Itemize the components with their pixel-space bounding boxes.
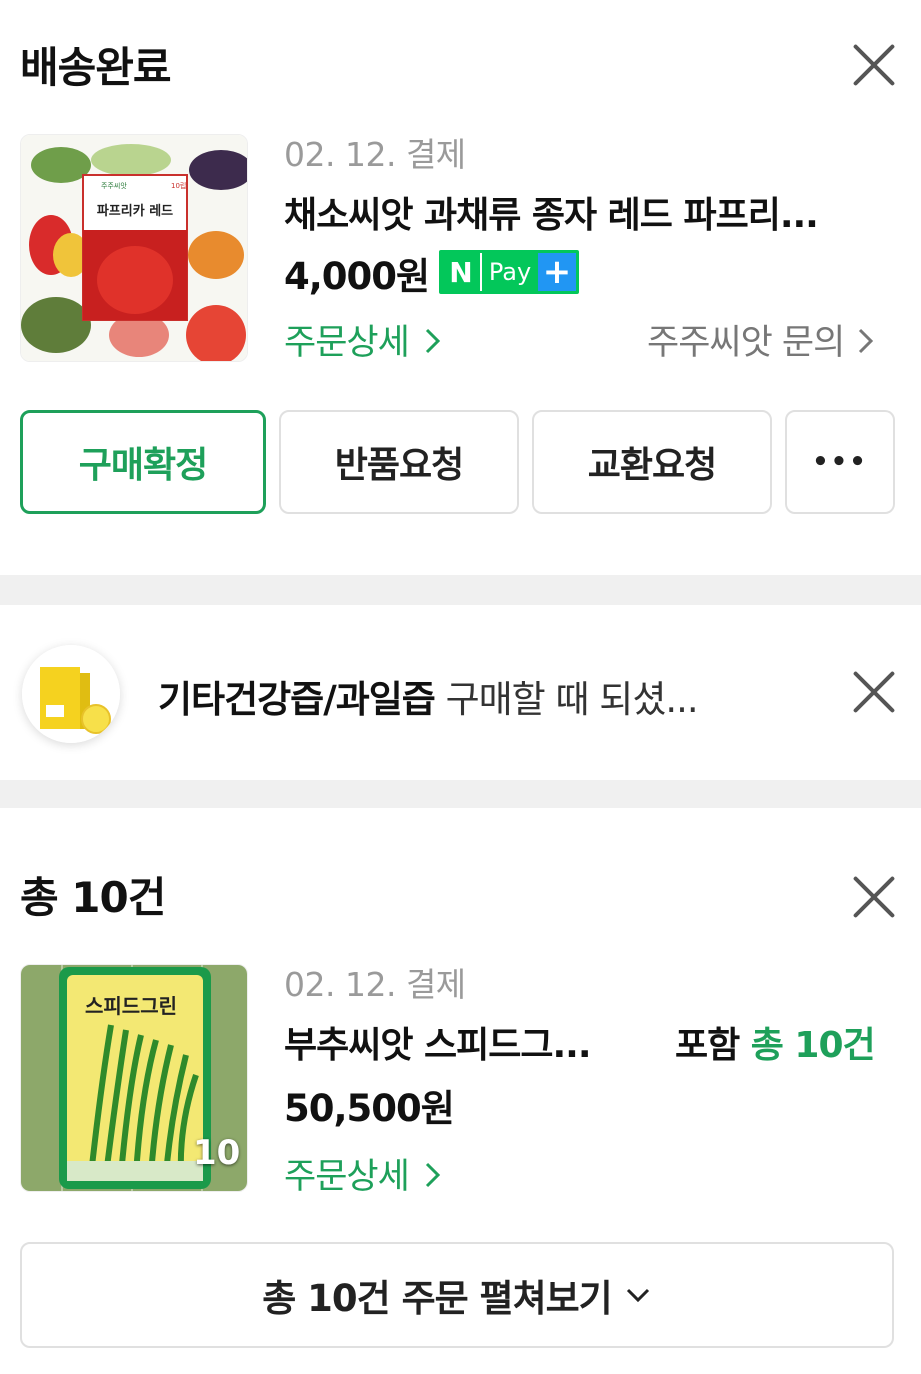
promo-category: 기타건강즙/과일즙 xyxy=(158,678,436,721)
included-count: 포함 총 10건 xyxy=(675,1025,876,1066)
section-divider xyxy=(0,780,921,808)
expand-orders-button[interactable]: 총 10건 주문 펼쳐보기 xyxy=(20,1242,894,1348)
exchange-request-button[interactable]: 교환요청 xyxy=(532,410,772,514)
product-name[interactable]: 부추씨앗 스피드그... xyxy=(284,1016,592,1068)
delivered-section: 배송완료 파프리카 레드 주주씨앗 10립 02. 12. 결제 채소씨앗 과채… xyxy=(0,0,921,575)
promo-product-image xyxy=(22,645,120,743)
order-date: 02. 12. 결제 xyxy=(284,965,466,1004)
expand-orders-label: 총 10건 주문 펼쳐보기 xyxy=(262,1277,612,1320)
juice-box-image xyxy=(22,645,120,743)
order-date: 02. 12. 결제 xyxy=(284,135,466,174)
return-request-button[interactable]: 반품요청 xyxy=(279,410,519,514)
included-count-value: 총 10건 xyxy=(750,1025,876,1066)
chevron-right-icon xyxy=(425,328,441,354)
product-price: 50,500원 xyxy=(284,1087,455,1130)
section-divider xyxy=(0,575,921,605)
npay-plus-badge: N Pay + xyxy=(439,250,579,294)
product-thumbnail-chives[interactable]: 스피드그린 10 xyxy=(20,964,248,1192)
item-count-badge: 10 xyxy=(193,1133,241,1173)
product-name[interactable]: 채소씨앗 과채류 종자 레드 파프리... xyxy=(284,186,819,238)
promo-message[interactable]: 기타건강즙/과일즙 구매할 때 되셨... xyxy=(158,669,699,723)
delivered-title: 배송완료 xyxy=(20,43,172,92)
seller-inquiry-label: 주주씨앗 문의 xyxy=(647,323,845,363)
orders-section: 총 10건 스피드그린 10 02. 12. 결제 부추씨앗 스피드그... 포… xyxy=(0,808,921,1374)
order-detail-link[interactable]: 주문상세 xyxy=(284,314,443,365)
npay-plus-icon: + xyxy=(538,253,576,291)
promo-message-text: 구매할 때 되셨... xyxy=(434,678,699,721)
chevron-down-icon xyxy=(626,1288,649,1303)
paprika-label-text: 파프리카 레드 xyxy=(97,203,173,219)
confirm-purchase-button[interactable]: 구매확정 xyxy=(20,410,266,514)
close-icon[interactable] xyxy=(851,42,897,88)
npay-pay-text: Pay xyxy=(480,253,538,291)
svg-text:주주씨앗: 주주씨앗 xyxy=(101,181,127,190)
product-thumbnail-paprika[interactable]: 파프리카 레드 주주씨앗 10립 xyxy=(20,134,248,362)
order-detail-label: 주문상세 xyxy=(284,323,410,363)
close-icon[interactable] xyxy=(851,669,897,715)
order-detail-link[interactable]: 주문상세 xyxy=(284,1148,443,1199)
chive-label-text: 스피드그린 xyxy=(85,994,177,1018)
close-icon[interactable] xyxy=(851,874,897,920)
svg-text:10립: 10립 xyxy=(171,182,186,190)
npay-n-logo: N xyxy=(442,253,480,291)
product-price: 4,000원 xyxy=(284,255,430,298)
chevron-right-icon xyxy=(425,1162,441,1188)
chevron-right-icon xyxy=(859,328,874,354)
paprika-seed-package-image: 파프리카 레드 주주씨앗 10립 xyxy=(21,135,247,361)
promo-section[interactable]: 기타건강즙/과일즙 구매할 때 되셨... xyxy=(0,605,921,780)
more-options-button[interactable]: ••• xyxy=(785,410,895,514)
orders-title: 총 10건 xyxy=(20,873,166,922)
seller-inquiry-link[interactable]: 주주씨앗 문의 xyxy=(647,314,876,365)
order-detail-label: 주문상세 xyxy=(284,1157,410,1197)
